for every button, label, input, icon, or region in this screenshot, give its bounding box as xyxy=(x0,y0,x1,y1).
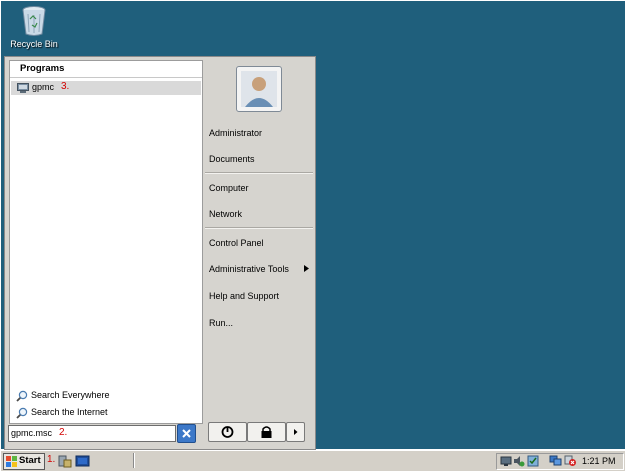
menu-item-network[interactable]: Network xyxy=(209,207,242,221)
taskbar: Start 1. 1:21 PM xyxy=(1,450,625,471)
program-label: gpmc xyxy=(32,82,55,92)
network-icon[interactable] xyxy=(500,455,512,469)
start-label: Start xyxy=(19,455,41,466)
user-picture-icon xyxy=(241,71,277,107)
step-marker-1: 1. xyxy=(47,454,56,465)
lock-icon xyxy=(261,426,272,438)
monitor-icon[interactable] xyxy=(549,455,562,469)
desktop[interactable]: Recycle Bin Programs gpmc 3. Search Ever… xyxy=(1,1,625,450)
windows-logo-icon xyxy=(6,456,17,467)
magnifier-icon xyxy=(16,390,28,402)
system-tray: 1:21 PM xyxy=(496,453,624,470)
clear-x-icon xyxy=(182,429,191,438)
start-button[interactable]: Start xyxy=(3,453,45,470)
menu-item-documents[interactable]: Documents xyxy=(209,152,255,166)
powershell-icon[interactable] xyxy=(75,454,90,470)
screenshot-frame: Recycle Bin Programs gpmc 3. Search Ever… xyxy=(0,0,627,472)
programs-pane: Programs gpmc 3. Search Everywhere Searc… xyxy=(9,60,203,424)
programs-header: Programs xyxy=(10,61,202,78)
taskbar-divider xyxy=(133,453,135,468)
recycle-bin-icon xyxy=(21,5,47,37)
step-marker-3: 3. xyxy=(61,81,70,92)
user-avatar[interactable] xyxy=(236,66,282,112)
shutdown-options-button[interactable] xyxy=(286,422,305,442)
menu-item-administrative-tools[interactable]: Administrative Tools xyxy=(209,262,289,276)
lock-button[interactable] xyxy=(247,422,286,442)
menu-item-run[interactable]: Run... xyxy=(209,316,233,330)
security-icon[interactable] xyxy=(527,455,539,469)
arrow-right-icon xyxy=(294,429,298,435)
menu-item-administrator[interactable]: Administrator xyxy=(209,126,262,140)
menu-separator xyxy=(205,172,313,174)
menu-separator xyxy=(205,227,313,229)
search-internet-link[interactable]: Search the Internet xyxy=(16,405,108,419)
search-everywhere-label: Search Everywhere xyxy=(31,390,110,400)
menu-item-help-and-support[interactable]: Help and Support xyxy=(209,289,279,303)
menu-item-computer[interactable]: Computer xyxy=(209,181,249,195)
recycle-bin-desktop-icon[interactable]: Recycle Bin xyxy=(9,5,59,49)
clock[interactable]: 1:21 PM xyxy=(582,456,616,466)
recycle-bin-label: Recycle Bin xyxy=(10,39,58,49)
search-internet-label: Search the Internet xyxy=(31,407,108,417)
menu-item-control-panel[interactable]: Control Panel xyxy=(209,236,264,250)
server-manager-icon[interactable] xyxy=(58,454,72,470)
power-button[interactable] xyxy=(208,422,247,442)
start-search-box[interactable]: 2. xyxy=(8,425,176,442)
gpmc-icon xyxy=(17,83,29,93)
magnifier-icon xyxy=(16,407,28,419)
search-input[interactable] xyxy=(9,426,59,439)
submenu-arrow-icon xyxy=(304,265,309,274)
clear-search-button[interactable] xyxy=(177,424,196,443)
program-item-gpmc[interactable]: gpmc 3. xyxy=(11,81,201,95)
search-everywhere-link[interactable]: Search Everywhere xyxy=(16,388,110,402)
start-menu: Programs gpmc 3. Search Everywhere Searc… xyxy=(4,56,316,450)
volume-icon[interactable] xyxy=(513,455,525,469)
step-marker-2: 2. xyxy=(59,427,68,438)
right-pane: Administrator Documents Computer Network… xyxy=(203,60,313,446)
error-icon[interactable] xyxy=(564,455,577,469)
power-icon xyxy=(221,426,234,438)
